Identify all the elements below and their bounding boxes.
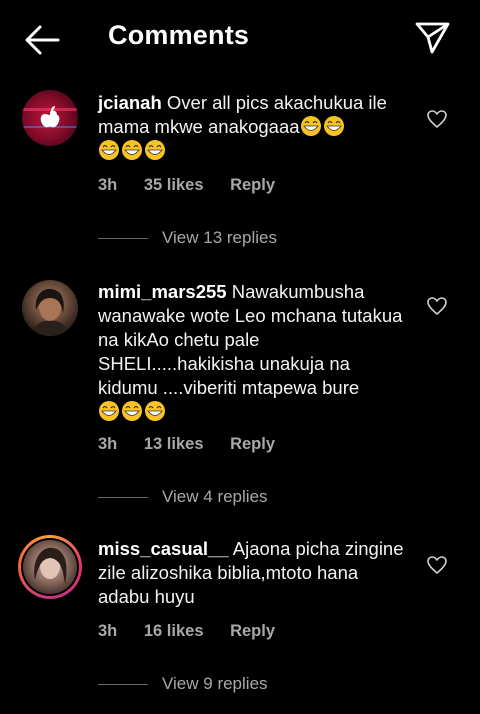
view-replies-button[interactable]: View 4 replies	[98, 487, 268, 507]
comment-text: mimi_mars255 Nawakumbusha wanawake wote …	[98, 280, 410, 424]
view-replies-button[interactable]: View 9 replies	[98, 674, 268, 694]
avatar	[23, 540, 77, 594]
grin-emoji-icon	[145, 140, 165, 160]
profile-photo-icon	[34, 547, 67, 584]
grin-emoji-icon	[99, 401, 119, 421]
avatar[interactable]	[22, 90, 78, 146]
send-icon[interactable]	[412, 20, 452, 56]
divider-line	[98, 497, 148, 499]
comment-likes[interactable]: 35 likes	[144, 176, 204, 194]
heart-icon[interactable]	[426, 296, 448, 316]
comment-likes[interactable]: 13 likes	[144, 435, 204, 453]
comment-username[interactable]: jcianah	[98, 92, 162, 113]
reply-button[interactable]: Reply	[230, 622, 275, 640]
grin-emoji-icon	[323, 116, 344, 136]
grin-emoji-icon	[122, 140, 142, 160]
heart-icon[interactable]	[426, 555, 448, 575]
grin-emoji-icon	[99, 140, 119, 160]
view-replies-label: View 4 replies	[162, 487, 268, 506]
comment-text: miss_casual__ Ajaona picha zingine zile …	[98, 537, 410, 609]
arrow-left-icon[interactable]	[22, 22, 62, 58]
grin-emoji-icon	[145, 401, 165, 421]
heart-icon[interactable]	[426, 109, 448, 129]
comment-time: 3h	[98, 622, 118, 640]
comment-time: 3h	[98, 435, 118, 453]
divider-line	[98, 238, 148, 240]
comment-meta: 3h 13 likes Reply	[98, 435, 297, 454]
grin-emoji-group	[98, 401, 167, 422]
page-title: Comments	[108, 20, 250, 50]
view-replies-button[interactable]: View 13 replies	[98, 228, 277, 248]
apple-logo-icon	[22, 106, 78, 128]
divider-line	[98, 684, 148, 686]
comment-likes[interactable]: 16 likes	[144, 622, 204, 640]
comment-meta: 3h 35 likes Reply	[98, 176, 297, 195]
grin-emoji-icon	[122, 401, 142, 421]
avatar-story-ring[interactable]	[18, 535, 82, 599]
comment-meta: 3h 16 likes Reply	[98, 622, 297, 641]
comment-username[interactable]: miss_casual__	[98, 538, 229, 559]
reply-button[interactable]: Reply	[230, 176, 275, 194]
comment-time: 3h	[98, 176, 118, 194]
top-bar: Comments	[0, 0, 480, 78]
profile-photo-icon	[32, 288, 68, 336]
comment-username[interactable]: mimi_mars255	[98, 281, 227, 302]
avatar[interactable]	[22, 280, 78, 336]
comment-text: jcianah Over all pics akachukua ile mama…	[98, 91, 410, 163]
view-replies-label: View 13 replies	[162, 228, 277, 247]
reply-button[interactable]: Reply	[230, 435, 275, 453]
view-replies-label: View 9 replies	[162, 674, 268, 693]
grin-emoji-icon	[300, 116, 321, 136]
